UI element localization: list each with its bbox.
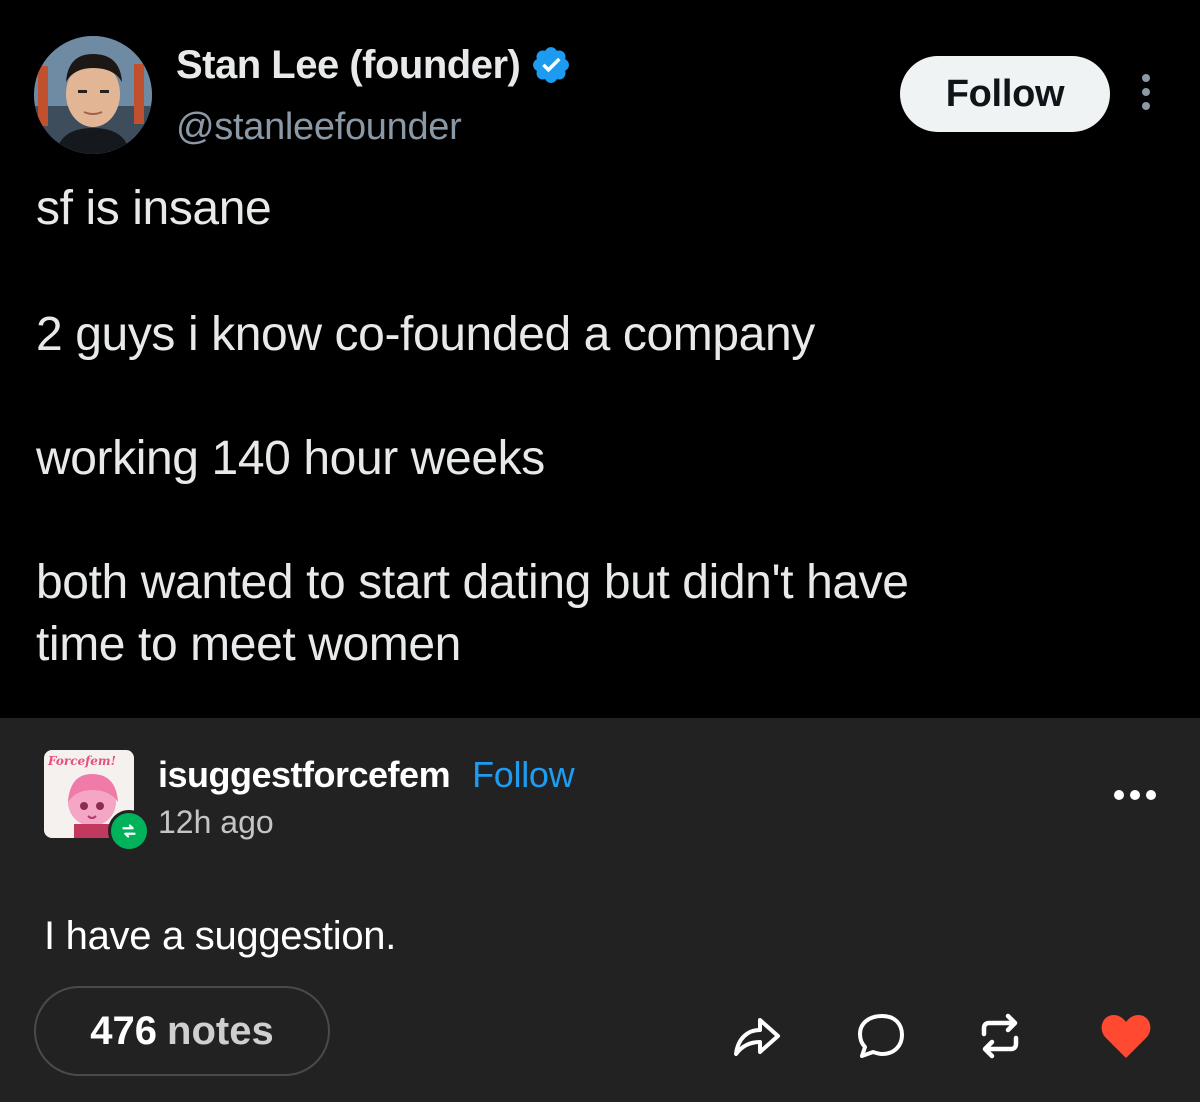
tweet-text-line: 2 guys i know co-founded a company [36,308,815,361]
reblog-post: Forcefem! isuggestforcefem Follow 12h ag… [0,718,1200,1102]
reblog-icon[interactable] [972,1010,1028,1062]
avatar-logo-text: Forcefem! [48,754,116,768]
reblog-badge-icon [108,810,150,852]
tweet-author-row: Stan Lee (founder) [176,40,572,90]
reblog-follow-link[interactable]: Follow [472,754,575,796]
reblog-user-row: isuggestforcefem Follow [158,754,575,800]
follow-button[interactable]: Follow [900,56,1110,132]
reblog-timestamp: 12h ago [158,804,274,840]
reblog-body-text: I have a suggestion. [44,914,397,958]
notes-label: notes [167,1008,274,1053]
tweet-text-line: both wanted to start dating but didn't h… [36,556,909,609]
tweet-avatar[interactable] [34,36,152,154]
like-icon[interactable] [1098,1010,1154,1062]
comment-icon[interactable] [852,1010,908,1062]
tweet-card: Stan Lee (founder) @stanleefounder Follo… [0,0,1200,718]
notes-count: 476 [90,1008,158,1053]
tweet-text-line: time to meet women [36,618,461,671]
notes-button[interactable]: 476 notes [34,986,330,1076]
author-display-name[interactable]: Stan Lee (founder) [176,43,521,88]
reblog-username[interactable]: isuggestforcefem [158,754,451,796]
verified-badge-icon [530,44,572,86]
avatar-portrait-icon [34,36,152,154]
author-handle[interactable]: @stanleefounder [176,106,462,149]
tweet-text-line: working 140 hour weeks [36,432,545,485]
tweet-text-line: sf is insane [36,182,272,235]
post-menu-icon[interactable] [1114,790,1156,800]
share-icon[interactable] [728,1010,784,1062]
more-options-icon[interactable] [1136,74,1156,116]
